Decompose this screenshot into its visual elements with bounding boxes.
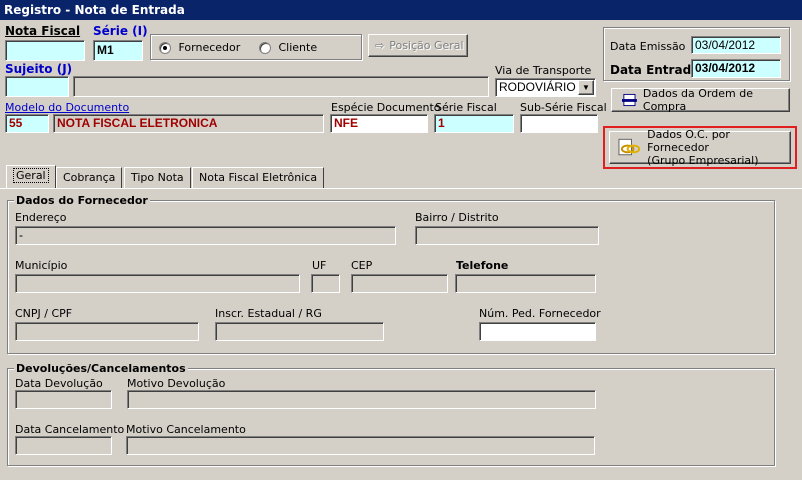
- tab-tipo-nota[interactable]: Tipo Nota: [124, 167, 191, 189]
- especie-input[interactable]: NFE: [330, 114, 428, 133]
- via-transporte-select[interactable]: RODOVIÁRIO ▼: [495, 78, 596, 97]
- uf-field: [311, 274, 340, 293]
- devolucoes-title: Devoluções/Cancelamentos: [14, 362, 188, 375]
- highlight-frame: Dados O.C. por Fornecedor (Grupo Empresa…: [603, 126, 797, 169]
- dados-ordem-compra-button[interactable]: Dados da Ordem de Compra: [611, 87, 790, 113]
- data-entrada-label: Data Entrada: [610, 63, 700, 77]
- municipio-label: Município: [15, 259, 68, 272]
- municipio-field: [15, 274, 300, 293]
- motivo-cancelamento-field: [126, 436, 595, 455]
- nota-fiscal-label: Nota Fiscal: [5, 24, 81, 38]
- endereco-label: Endereço: [15, 211, 67, 224]
- serie-fiscal-label: Série Fiscal: [435, 101, 497, 114]
- sujeito-code-input[interactable]: [5, 76, 69, 97]
- dados-oc-fornecedor-button[interactable]: Dados O.C. por Fornecedor (Grupo Empresa…: [609, 128, 791, 167]
- tab-geral-label: Geral: [13, 168, 49, 183]
- fornecedor-title: Dados do Fornecedor: [14, 194, 150, 207]
- num-ped-input[interactable]: [479, 322, 596, 341]
- sub-serie-label: Sub-Série Fiscal: [520, 101, 607, 114]
- sub-serie-input[interactable]: [520, 114, 598, 133]
- data-entrada-input[interactable]: 03/04/2012: [691, 59, 781, 78]
- sujeito-label[interactable]: Sujeito (J): [5, 63, 72, 76]
- dados-oc-fornecedor-label-2: (Grupo Empresarial): [647, 154, 759, 167]
- dados-ordem-compra-label: Dados da Ordem de Compra: [642, 87, 753, 113]
- serie-input[interactable]: M1: [93, 40, 143, 61]
- data-emissao-label: Data Emissão: [610, 40, 686, 53]
- tab-nota-fiscal-eletronica[interactable]: Nota Fiscal Eletrônica: [192, 167, 325, 189]
- nota-fiscal-input[interactable]: [5, 40, 85, 61]
- tab-cobranca-label: Cobrança: [63, 171, 116, 184]
- inscr-estadual-field: [215, 322, 384, 341]
- via-transporte-value: RODOVIÁRIO: [499, 80, 576, 94]
- radio-cliente[interactable]: Cliente: [259, 41, 317, 54]
- data-devolucao-field: [15, 390, 112, 409]
- data-emissao-input[interactable]: 03/04/2012: [691, 36, 781, 54]
- especie-label: Espécie Documento: [331, 101, 441, 114]
- radio-fornecedor-dot[interactable]: [159, 42, 171, 54]
- cep-label: CEP: [351, 259, 373, 272]
- telefone-label: Telefone: [456, 259, 509, 272]
- posicao-geral-label: Posição Geral: [389, 39, 464, 52]
- chain-link-icon: [618, 138, 641, 155]
- via-transporte-label: Via de Transporte: [495, 64, 592, 77]
- serie-fiscal-input[interactable]: 1: [434, 114, 514, 133]
- bairro-field: [415, 226, 599, 245]
- inscr-estadual-label: Inscr. Estadual / RG: [215, 307, 322, 320]
- double-arrow-icon: ⇨: [375, 39, 385, 52]
- sujeito-name-field: [73, 76, 489, 97]
- serie-label[interactable]: Série (I): [93, 25, 148, 38]
- num-ped-label: Núm. Ped. Fornecedor: [479, 307, 601, 320]
- modelo-code-input[interactable]: 55: [5, 114, 49, 133]
- modelo-documento-label[interactable]: Modelo do Documento: [5, 101, 129, 114]
- radio-cliente-label: Cliente: [278, 41, 318, 54]
- motivo-cancelamento-label: Motivo Cancelamento: [126, 423, 246, 436]
- tab-nfe-label: Nota Fiscal Eletrônica: [199, 171, 318, 184]
- chevron-down-icon[interactable]: ▼: [578, 80, 594, 95]
- uf-label: UF: [312, 259, 327, 272]
- bairro-label: Bairro / Distrito: [415, 211, 499, 224]
- tab-cobranca[interactable]: Cobrança: [56, 167, 123, 189]
- tab-tipo-nota-label: Tipo Nota: [131, 171, 184, 184]
- radio-cliente-dot[interactable]: [259, 42, 271, 54]
- tab-geral[interactable]: Geral: [6, 165, 56, 189]
- document-icon: [622, 93, 637, 107]
- window-title: Registro - Nota de Entrada: [0, 0, 802, 20]
- tipo-sujeito-group: Fornecedor Cliente: [150, 34, 362, 60]
- data-devolucao-label: Data Devolução: [15, 377, 103, 390]
- data-cancelamento-field: [15, 436, 112, 455]
- motivo-devolucao-label: Motivo Devolução: [127, 377, 226, 390]
- cep-field: [351, 274, 448, 293]
- cnpj-label: CNPJ / CPF: [15, 307, 73, 320]
- telefone-field: [455, 274, 596, 293]
- posicao-geral-button[interactable]: ⇨ Posição Geral: [368, 34, 468, 57]
- data-cancelamento-label: Data Cancelamento: [15, 423, 125, 436]
- radio-fornecedor[interactable]: Fornecedor: [159, 41, 240, 54]
- motivo-devolucao-field: [127, 390, 596, 409]
- endereco-field: -: [15, 226, 396, 245]
- modelo-name-field: NOTA FISCAL ELETRONICA: [53, 114, 324, 133]
- cnpj-field: [15, 322, 199, 341]
- radio-fornecedor-label: Fornecedor: [178, 41, 241, 54]
- dados-oc-fornecedor-label-1: Dados O.C. por Fornecedor: [647, 128, 730, 154]
- datas-group: Data Emissão 03/04/2012 Data Entrada 03/…: [603, 27, 790, 81]
